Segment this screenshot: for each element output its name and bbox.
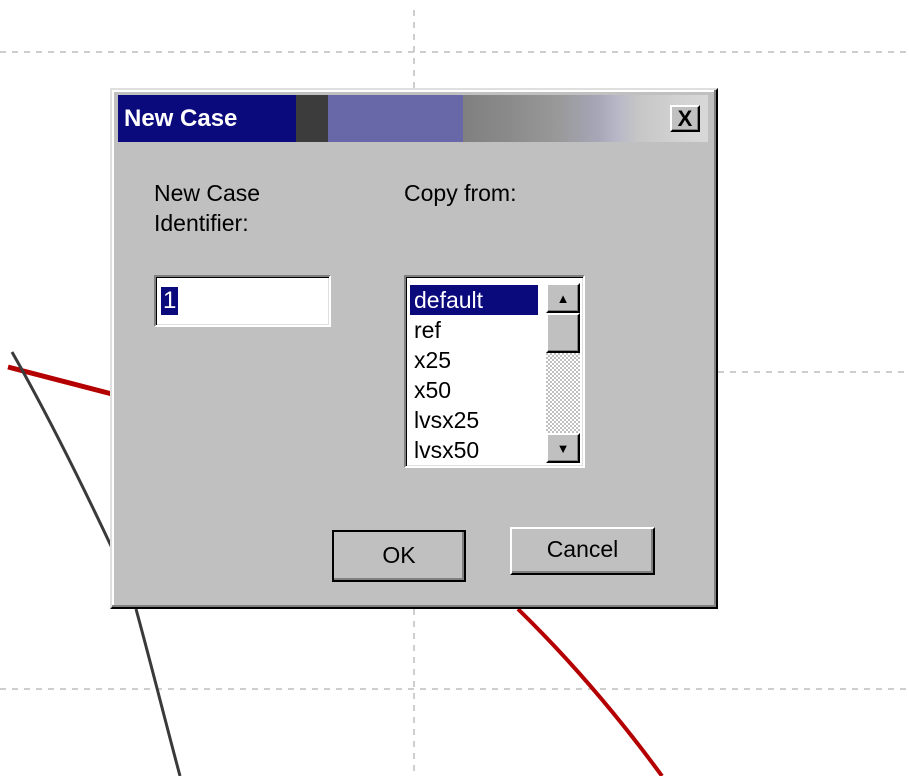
identifier-label: New Case Identifier: [154, 178, 260, 238]
list-item-lvsx50[interactable]: lvsx50 [410, 435, 538, 465]
scroll-up-button[interactable]: ▲ [546, 283, 580, 313]
copy-from-label: Copy from: [404, 180, 517, 206]
arrow-up-icon: ▲ [556, 290, 570, 306]
ok-button[interactable]: OK [332, 530, 466, 582]
list-item-lvsx25[interactable]: lvsx25 [410, 405, 538, 435]
plot-curve-dark-lower [134, 608, 182, 776]
list-item-x25[interactable]: x25 [410, 345, 538, 375]
copy-from-items: default ref x25 x50 lvsx25 lvsx50 [410, 285, 538, 465]
close-icon: X [677, 105, 693, 131]
copy-from-listbox[interactable]: default ref x25 x50 lvsx25 lvsx50 ▲ ▼ [404, 275, 585, 468]
cancel-button[interactable]: Cancel [510, 527, 655, 575]
close-button[interactable]: X [670, 105, 700, 132]
case-identifier-input[interactable]: 1 [154, 275, 331, 327]
plot-curve-red-lower [516, 607, 664, 776]
identifier-label-line1: New Case [154, 180, 261, 206]
case-identifier-value: 1 [161, 287, 179, 315]
arrow-down-icon: ▼ [556, 440, 570, 456]
list-item-default[interactable]: default [410, 285, 538, 315]
list-item-ref[interactable]: ref [410, 315, 538, 345]
dialog-title: New Case [124, 105, 238, 132]
list-item-x50[interactable]: x50 [410, 375, 538, 405]
new-case-dialog: New Case X New Case Identifier: Copy fro… [110, 88, 718, 609]
identifier-label-line2: Identifier: [154, 210, 249, 236]
scroll-thumb[interactable] [546, 313, 580, 353]
dialog-titlebar[interactable]: New Case X [118, 95, 708, 142]
scroll-down-button[interactable]: ▼ [546, 433, 580, 463]
listbox-scrollbar[interactable]: ▲ ▼ [546, 283, 580, 463]
